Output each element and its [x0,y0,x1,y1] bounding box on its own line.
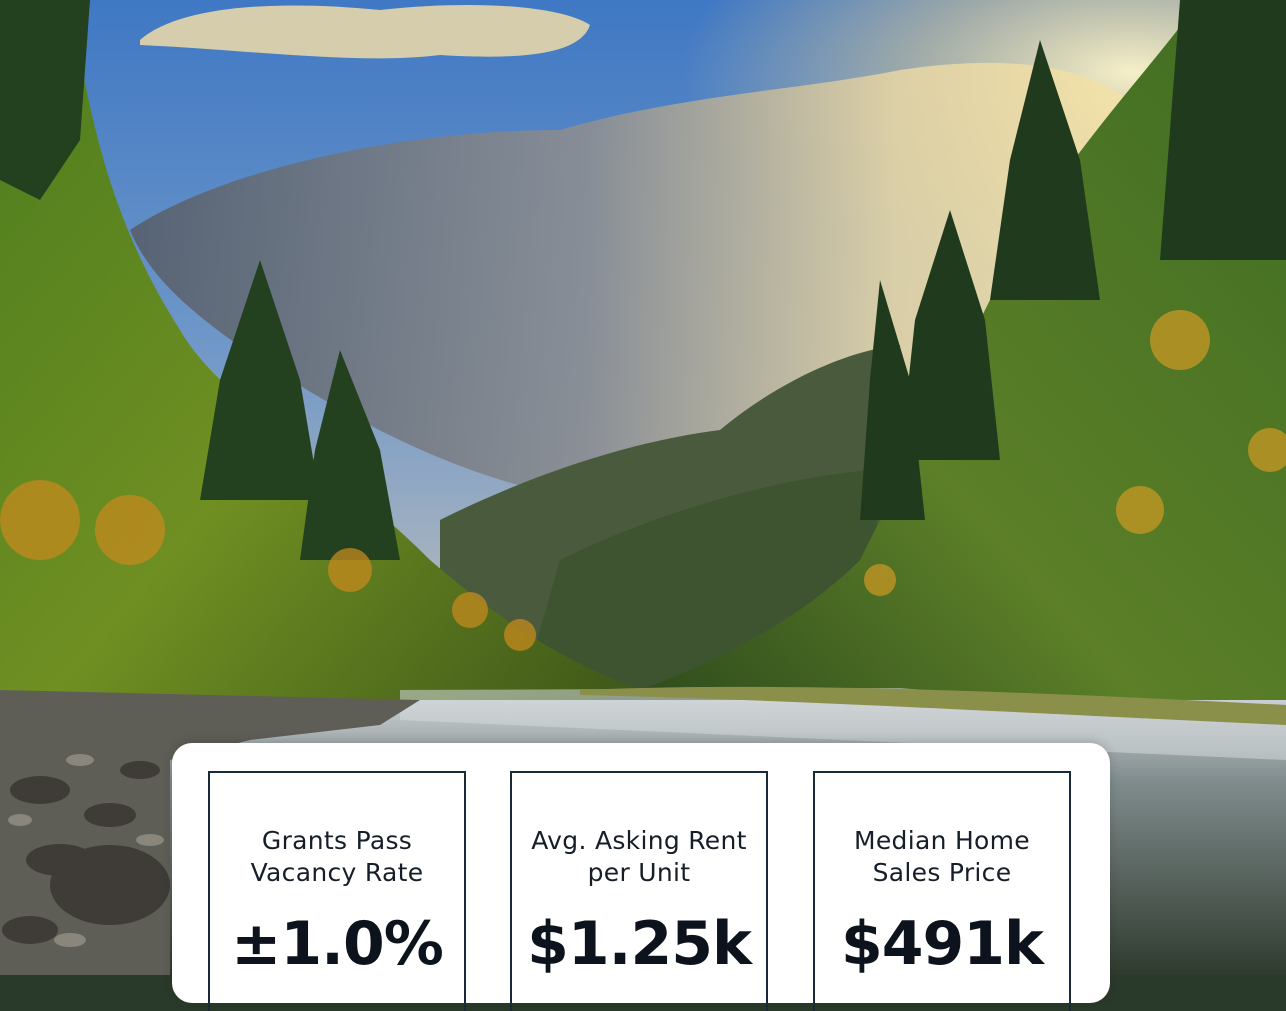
stat-card-vacancy-rate: Grants Pass Vacancy Rate ±1.0% [208,771,466,1011]
stats-panel: Grants Pass Vacancy Rate ±1.0% Avg. Aski… [172,743,1110,1011]
stat-label: Median Home Sales Price [853,826,1030,887]
stat-card-median-home-price: Median Home Sales Price $491k [813,771,1071,1011]
stat-value: ±1.0% [231,909,444,979]
stat-label: Avg. Asking Rent per Unit [531,826,747,887]
stat-value: $491k [841,909,1044,979]
stat-value: $1.25k [527,909,752,979]
stat-card-asking-rent: Avg. Asking Rent per Unit $1.25k [510,771,768,1011]
stat-label: Grants Pass Vacancy Rate [250,826,424,887]
